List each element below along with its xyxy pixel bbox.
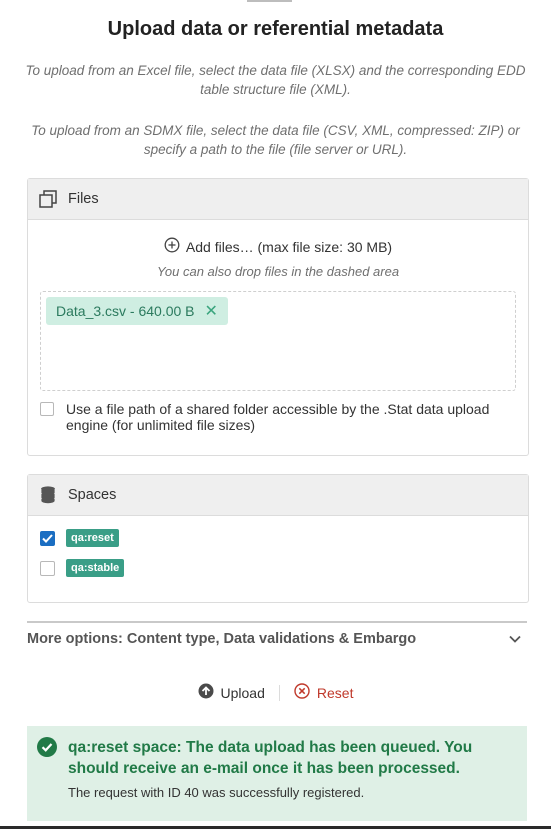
add-files-button[interactable]: Add files… (max file size: 30 MB) [164, 237, 392, 256]
space-item-qa-stable: qa:stable [40, 559, 125, 577]
reset-icon [294, 683, 317, 702]
upload-label: Upload [220, 684, 265, 701]
spaces-panel: Spaces qa:reset qa:stable [27, 474, 529, 603]
add-circle-icon [164, 237, 186, 256]
upload-icon [198, 683, 221, 702]
more-options-label: More options: Content type, Data validat… [27, 631, 417, 647]
more-options-toggle[interactable]: More options: Content type, Data validat… [27, 621, 527, 655]
files-panel: Files Add files… (max file size: 30 MB) … [27, 178, 529, 456]
alert-message: qa:reset space: The data upload has been… [68, 739, 473, 777]
space-checkbox-qa-reset[interactable] [40, 530, 55, 546]
success-alert: qa:reset space: The data upload has been… [27, 726, 527, 821]
files-panel-header: Files [28, 179, 528, 220]
file-chip-label: Data_3.csv - 640.00 B [56, 303, 195, 319]
success-icon [37, 737, 57, 762]
spaces-panel-title: Spaces [68, 487, 117, 503]
check-icon [42, 533, 53, 543]
reset-button[interactable]: Reset [294, 683, 354, 702]
space-tag-qa-stable: qa:stable [66, 559, 125, 577]
files-panel-title: Files [68, 191, 99, 207]
top-divider [247, 0, 292, 2]
action-separator [278, 684, 280, 701]
close-icon[interactable]: ✕ [205, 301, 218, 321]
drop-hint: You can also drop files in the dashed ar… [156, 264, 400, 279]
intro-sdmx-text: To upload from an SDMX file, select the … [31, 123, 520, 157]
space-tag-qa-reset: qa:reset [66, 529, 119, 547]
alert-detail: The request with ID 40 was successfully … [68, 785, 365, 800]
action-bar: Upload Reset [0, 683, 551, 702]
file-chip: Data_3.csv - 640.00 B ✕ [46, 297, 228, 325]
upload-button[interactable]: Upload [198, 683, 265, 702]
database-icon [38, 485, 58, 505]
add-files-label: Add files… (max file size: 30 MB) [185, 238, 393, 255]
space-item-qa-reset: qa:reset [40, 529, 119, 547]
chevron-down-icon [509, 631, 521, 647]
copy-icon [38, 189, 58, 209]
shared-path-label: Use a file path of a shared folder acces… [66, 401, 490, 433]
page-title: Upload data or referential metadata [107, 18, 444, 40]
shared-path-option: Use a file path of a shared folder acces… [40, 401, 510, 433]
reset-label: Reset [316, 684, 354, 701]
intro-excel-text: To upload from an Excel file, select the… [25, 63, 526, 97]
shared-path-checkbox[interactable] [40, 402, 54, 416]
space-checkbox-qa-stable[interactable] [40, 560, 55, 576]
file-dropzone[interactable]: Data_3.csv - 640.00 B ✕ [40, 291, 516, 391]
spaces-panel-header: Spaces [28, 475, 528, 516]
